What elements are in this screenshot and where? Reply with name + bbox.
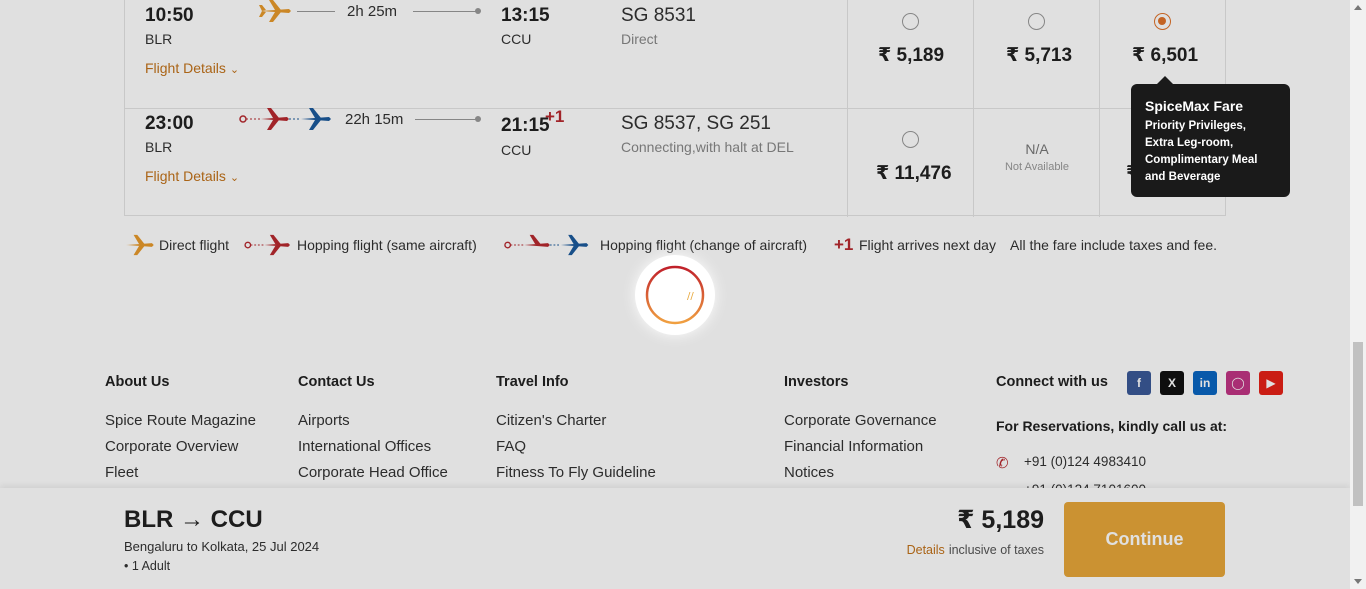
spinner-icon: // xyxy=(645,265,705,325)
page-scrollbar[interactable] xyxy=(1350,0,1366,589)
scroll-down-icon[interactable] xyxy=(1354,579,1362,584)
loading-spinner: // xyxy=(635,255,715,335)
tooltip-body: Priority Privileges, Extra Leg-room, Com… xyxy=(1145,120,1258,183)
scroll-up-icon[interactable] xyxy=(1354,5,1362,10)
tooltip-title: SpiceMax Fare xyxy=(1145,98,1244,114)
svg-text://: // xyxy=(687,291,694,302)
scroll-thumb[interactable] xyxy=(1353,342,1363,506)
fare-tooltip: SpiceMax Fare Priority Privileges, Extra… xyxy=(1131,76,1290,197)
